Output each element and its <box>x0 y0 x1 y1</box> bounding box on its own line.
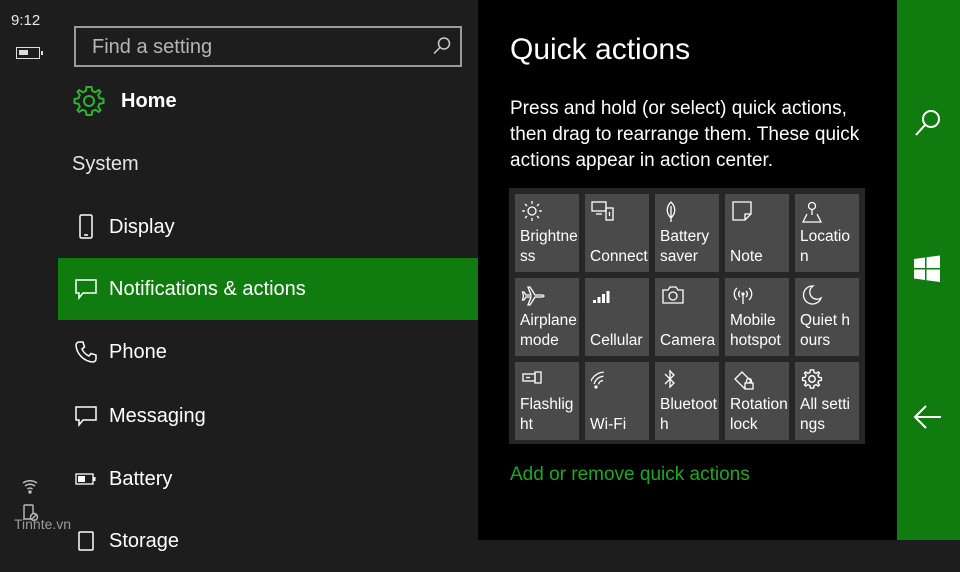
settings-nav-panel: Home System Display Notifications & acti… <box>58 0 478 552</box>
notification-icon <box>72 278 100 300</box>
quick-action-label: Location <box>800 228 850 265</box>
nav-item-label: Display <box>109 215 175 238</box>
quick-action-label: Note <box>730 248 763 265</box>
quick-action-label: Airplane mode <box>520 312 577 349</box>
connect-icon <box>591 201 614 221</box>
nav-item-battery[interactable]: Battery <box>58 448 478 510</box>
settings-icon <box>801 369 823 389</box>
gear-icon <box>73 86 105 116</box>
clock: 9:12 <box>11 12 41 29</box>
nav-item-storage[interactable]: Storage <box>58 510 478 572</box>
battery-icon <box>72 473 100 485</box>
cellular-icon <box>593 291 610 303</box>
navigation-bar <box>897 0 960 540</box>
search-input[interactable] <box>90 33 414 61</box>
quick-action-label: Camera <box>660 332 716 349</box>
nav-item-messaging[interactable]: Messaging <box>58 385 478 447</box>
storage-icon <box>72 530 100 552</box>
quick-actions-grid: Brightness Connect Battery saver Note Lo… <box>509 188 865 444</box>
quick-action-label: Mobile hotspot <box>730 312 781 349</box>
home-link[interactable]: Home <box>72 84 177 118</box>
quick-action-label: Wi-Fi <box>590 416 627 433</box>
quick-action-mobile-hotspot[interactable]: Mobile hotspot <box>725 278 789 356</box>
watermark: Tinhte.vn <box>14 516 72 532</box>
quick-action-label: Rotation lock <box>730 396 788 433</box>
nav-item-phone[interactable]: Phone <box>58 321 478 383</box>
quick-action-connect[interactable]: Connect <box>585 194 649 272</box>
quick-action-label: Bluetooth <box>660 396 717 433</box>
flashlight-icon <box>522 371 542 384</box>
status-bar: 9:12 <box>0 0 58 540</box>
battery-icon <box>16 47 43 59</box>
moon-icon <box>802 285 823 305</box>
section-title: System <box>72 153 139 175</box>
nav-item-label: Notifications & actions <box>109 277 306 300</box>
brightness-icon <box>522 201 542 221</box>
page-title: Quick actions <box>510 33 691 66</box>
search-box[interactable] <box>74 26 462 67</box>
location-icon <box>801 201 823 223</box>
nav-item-label: Phone <box>109 340 167 363</box>
wifi-icon <box>22 480 38 494</box>
quick-action-wifi[interactable]: Wi-Fi <box>585 362 649 440</box>
nav-item-display[interactable]: Display <box>58 196 478 258</box>
windows-start-icon[interactable] <box>913 255 941 283</box>
quick-action-label: Cellular <box>590 332 643 349</box>
quick-action-airplane-mode[interactable]: Airplane mode <box>515 278 579 356</box>
quick-action-location[interactable]: Location <box>795 194 859 272</box>
airplane-icon <box>521 286 545 306</box>
quick-action-camera[interactable]: Camera <box>655 278 719 356</box>
hotspot-icon <box>733 287 753 304</box>
quick-action-brightness[interactable]: Brightness <box>515 194 579 272</box>
nav-item-label: Battery <box>109 467 173 490</box>
search-icon[interactable] <box>432 36 452 56</box>
quick-action-quiet-hours[interactable]: Quiet hours <box>795 278 859 356</box>
quick-action-flashlight[interactable]: Flashlight <box>515 362 579 440</box>
camera-icon <box>662 286 684 304</box>
nav-item-label: Messaging <box>109 404 206 427</box>
search-icon[interactable] <box>913 108 943 138</box>
quick-action-rotation-lock[interactable]: Rotation lock <box>725 362 789 440</box>
add-remove-quick-actions-link[interactable]: Add or remove quick actions <box>510 464 750 486</box>
phone-handset-icon <box>72 340 100 364</box>
quick-action-bluetooth[interactable]: Bluetooth <box>655 362 719 440</box>
quick-action-label: Connect <box>590 248 648 265</box>
quick-action-label: All settings <box>800 396 850 433</box>
quick-actions-page: Quick actions Press and hold (or select)… <box>478 0 897 540</box>
wifi-icon <box>591 371 604 389</box>
quick-action-cellular[interactable]: Cellular <box>585 278 649 356</box>
quick-action-label: Battery saver <box>660 228 710 265</box>
quick-action-label: Flashlight <box>520 396 574 433</box>
battery-saver-icon <box>666 201 676 222</box>
quick-action-note[interactable]: Note <box>725 194 789 272</box>
note-icon <box>732 201 752 221</box>
back-arrow-icon[interactable] <box>913 403 943 431</box>
home-label: Home <box>121 89 177 112</box>
quick-action-label: Quiet hours <box>800 312 850 349</box>
quick-action-all-settings[interactable]: All settings <box>795 362 859 440</box>
quick-action-battery-saver[interactable]: Battery saver <box>655 194 719 272</box>
bluetooth-icon <box>664 369 675 389</box>
rotation-lock-icon <box>734 371 754 390</box>
message-icon <box>72 405 100 427</box>
quick-action-label: Brightness <box>520 228 578 265</box>
nav-item-notifications[interactable]: Notifications & actions <box>58 258 478 320</box>
nav-item-label: Storage <box>109 529 180 552</box>
page-description: Press and hold (or select) quick actions… <box>510 98 860 171</box>
phone-display-icon <box>72 214 100 240</box>
